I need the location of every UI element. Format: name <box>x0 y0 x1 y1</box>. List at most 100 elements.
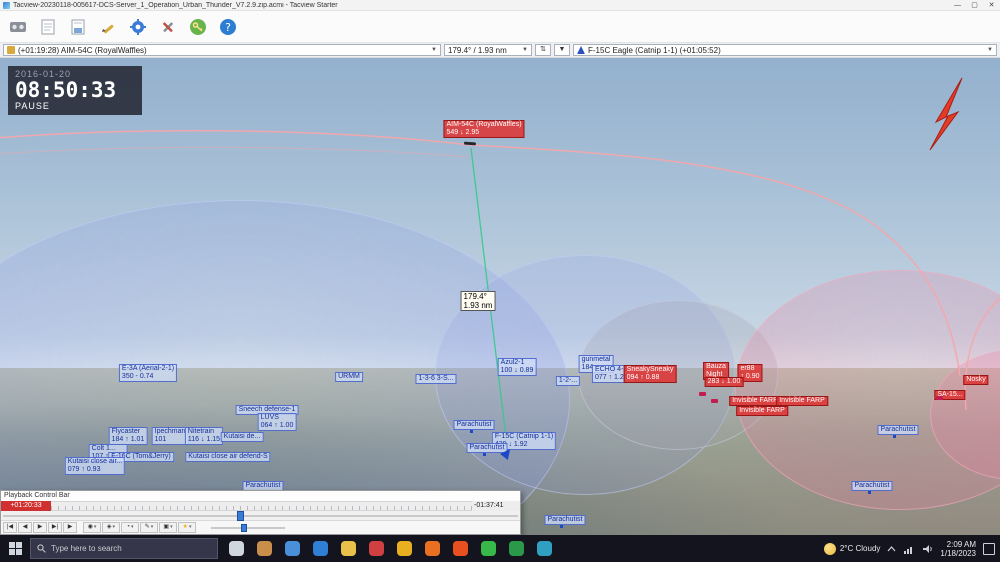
unit-label[interactable]: 1-3-6 3-S... <box>415 374 457 384</box>
swap-options-button[interactable]: ▼ <box>554 44 570 56</box>
search-icon <box>37 544 46 553</box>
time-tool-button[interactable]: ◔ ▾ <box>121 522 139 533</box>
unit-label[interactable]: Kutaisi close air defend-S <box>185 452 271 462</box>
secondary-object-dropdown[interactable]: F-15C Eagle (Catnip 1-1) (+01:05:52) ▼ <box>573 44 997 56</box>
playback-window-title: Playback Control Bar <box>1 491 520 501</box>
seek-bar[interactable] <box>1 511 520 521</box>
jet-icon <box>577 46 585 54</box>
play-button[interactable]: ▶ <box>33 522 47 533</box>
unit-label[interactable]: Parachutist <box>851 481 893 491</box>
unit-label[interactable]: Nitetrain 116 ↓ 1.15 <box>184 427 224 445</box>
excel-icon[interactable] <box>504 537 528 561</box>
unit-red-icon[interactable] <box>699 392 706 396</box>
unit-label[interactable]: AIM-54C (RoyalWaffles) 549 ↓ 2.95 <box>443 120 525 138</box>
swap-objects-button[interactable]: ⇅ <box>535 44 551 56</box>
dot-blue-icon[interactable] <box>893 435 896 438</box>
defender-icon[interactable] <box>280 537 304 561</box>
measurement-box: 179.4° 1.93 nm <box>460 291 496 311</box>
fast-forward-button[interactable]: ▶ <box>63 522 77 533</box>
open-document-icon[interactable] <box>34 13 61 40</box>
speed-slider[interactable] <box>211 523 285 532</box>
maximize-button[interactable]: ▢ <box>966 0 983 11</box>
unit-red-icon[interactable] <box>711 399 718 403</box>
unit-label[interactable]: 283 ↓ 1.00 <box>704 377 744 387</box>
unit-label[interactable]: 1-2-... <box>555 376 581 386</box>
bearing-range-dropdown[interactable]: 179.4° / 1.93 nm ▼ <box>444 44 532 56</box>
jump-end-button[interactable]: ▶| <box>48 522 62 533</box>
hud-time: 08:50:33 <box>15 78 117 102</box>
scene-3d-view[interactable]: 2016-01-20 08:50:33 PAUSE AIM-54C (Royal… <box>0 58 1000 535</box>
minimize-button[interactable]: — <box>949 0 966 11</box>
playback-tools: ◉ ▾ ◈ ▾ ◔ ▾ ✎ ▾ ▣ ▾ ★ ▾ <box>83 522 196 533</box>
system-tray: 2°C Cloudy 2:09 AM 1/18/2023 <box>823 540 1000 558</box>
firefox-icon[interactable] <box>420 537 444 561</box>
event-ticks-bar[interactable] <box>51 501 472 511</box>
unit-label[interactable]: Kutaisi close air... 079 ↑ 0.93 <box>64 457 126 475</box>
app-icon <box>3 1 10 9</box>
speaker-icon[interactable] <box>922 544 933 554</box>
favorites-button[interactable]: ★ ▾ <box>178 522 196 533</box>
window-title: Tacview-20230118-005617-DCS-Server_1_Ope… <box>13 1 338 9</box>
help-icon[interactable]: ? <box>214 13 241 40</box>
chrome-icon[interactable] <box>392 537 416 561</box>
speed-thumb[interactable] <box>240 523 247 532</box>
unit-label[interactable]: Kutaisi de... <box>220 432 264 442</box>
unit-label[interactable]: Invisible FARP <box>776 396 828 406</box>
tray-expand-icon[interactable] <box>887 545 896 552</box>
opera-icon[interactable] <box>364 537 388 561</box>
jump-start-button[interactable]: |◀ <box>3 522 17 533</box>
playback-control-bar: Playback Control Bar +01:20:33 -01:37:41… <box>0 490 521 535</box>
missile-icon <box>7 46 15 54</box>
windows-taskbar: Type here to search 2°C Cloudy 2:09 AM 1… <box>0 535 1000 562</box>
grid-tool-button[interactable]: ▣ ▾ <box>159 522 177 533</box>
unit-label[interactable]: Parachutist <box>877 425 919 435</box>
photos-icon[interactable] <box>252 537 276 561</box>
unit-label[interactable]: Flycaster 184 ↑ 1.01 <box>108 427 148 445</box>
recorder-icon[interactable] <box>4 13 31 40</box>
unit-label[interactable]: URMM <box>335 372 363 382</box>
weather-icon <box>823 542 836 555</box>
whatsapp-icon[interactable] <box>476 537 500 561</box>
main-toolbar: ? <box>0 11 1000 43</box>
settings-gear-icon[interactable] <box>124 13 151 40</box>
unit-label[interactable]: Nosky <box>963 375 989 385</box>
unit-label[interactable]: LUVS 064 ↑ 1.00 <box>257 413 297 431</box>
camera-tool-button[interactable]: ◉ ▾ <box>83 522 101 533</box>
unit-label[interactable]: E-3A (Aerial-2-1) 350 - 0.74 <box>118 364 178 382</box>
notification-center-icon[interactable] <box>983 542 995 555</box>
taskbar-search[interactable]: Type here to search <box>30 538 218 559</box>
annotation-tool-button[interactable]: ✎ ▾ <box>140 522 158 533</box>
unit-label[interactable]: Parachutist <box>453 420 495 430</box>
edit-pencil-icon[interactable] <box>94 13 121 40</box>
unit-red-icon[interactable] <box>936 396 943 400</box>
start-button[interactable] <box>0 535 30 562</box>
view-mode-button[interactable]: ◈ ▾ <box>102 522 120 533</box>
unit-label[interactable]: Ipechman 101 <box>151 427 189 445</box>
primary-object-dropdown[interactable]: (+01:19:28) AIM-54C (RoyalWaffles) ▼ <box>3 44 441 56</box>
dot-blue-icon[interactable] <box>560 525 563 528</box>
taskbar-clock[interactable]: 2:09 AM 1/18/2023 <box>940 540 976 558</box>
unit-label[interactable]: Invisible FARP <box>736 406 788 416</box>
unit-label[interactable]: SneakySneaky 094 ↑ 0.88 <box>623 365 677 383</box>
network-icon[interactable] <box>903 544 915 554</box>
edge-icon[interactable] <box>308 537 332 561</box>
timeline-thumb[interactable] <box>237 511 245 521</box>
dot-blue-icon[interactable] <box>470 430 473 433</box>
unit-label[interactable]: Parachutist <box>544 515 586 525</box>
vlc-icon[interactable] <box>448 537 472 561</box>
tools-icon[interactable] <box>154 13 181 40</box>
svg-text:?: ? <box>225 21 231 34</box>
file-explorer-icon[interactable] <box>336 537 360 561</box>
save-document-icon[interactable] <box>64 13 91 40</box>
license-key-icon[interactable] <box>184 13 211 40</box>
play-reverse-button[interactable]: ◀ <box>18 522 32 533</box>
weather-widget[interactable]: 2°C Cloudy <box>823 542 880 555</box>
title-bar: Tacview-20230118-005617-DCS-Server_1_Ope… <box>0 0 1000 11</box>
tacview-icon[interactable] <box>532 537 556 561</box>
task-view-icon[interactable] <box>224 537 248 561</box>
unit-label[interactable]: Invisible FARP <box>729 396 781 406</box>
dot-blue-icon[interactable] <box>483 453 486 456</box>
unit-label[interactable]: Azul2-1 100 ↓ 0.89 <box>497 358 537 376</box>
dot-blue-icon[interactable] <box>868 491 871 494</box>
close-button[interactable]: ✕ <box>983 0 1000 11</box>
